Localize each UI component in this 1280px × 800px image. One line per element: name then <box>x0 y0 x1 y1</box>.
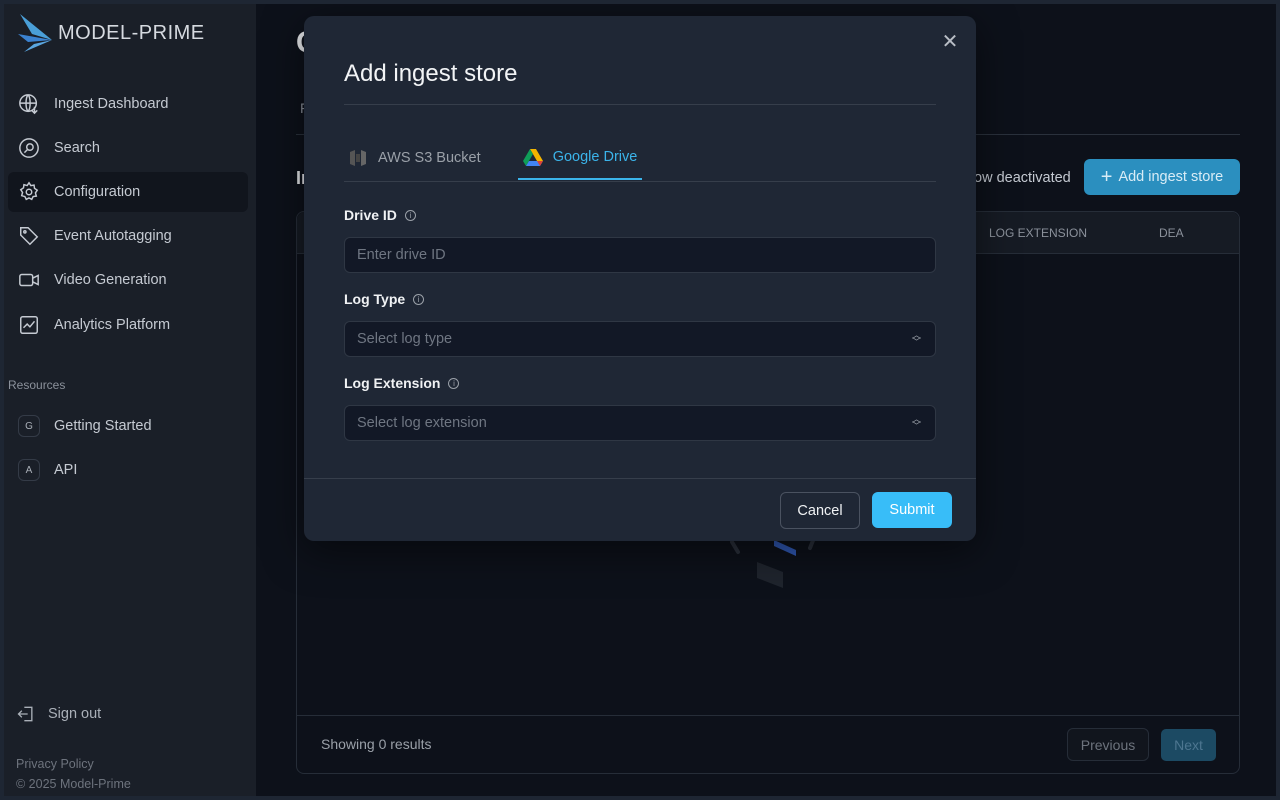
tab-aws-s3-bucket[interactable]: AWS S3 Bucket <box>348 136 481 180</box>
app-frame: MODEL-PRIME Ingest Dashboard Search Conf… <box>4 4 1276 796</box>
modal-title: Add ingest store <box>344 60 518 87</box>
divider <box>344 104 936 105</box>
column-deactivated: DEA <box>1159 226 1184 240</box>
resource-badge: G <box>18 415 40 437</box>
add-ingest-store-label: Add ingest store <box>1118 169 1224 185</box>
chevron-up-down-icon: ︿ ﹀ <box>911 330 921 347</box>
sign-out-icon <box>17 706 33 722</box>
drive-id-input[interactable] <box>357 247 935 263</box>
show-deactivated-toggle[interactable]: ow deactivated <box>974 170 1071 186</box>
sidebar-item-label: Analytics Platform <box>54 317 171 333</box>
select-placeholder: Select log extension <box>357 415 487 431</box>
resource-badge: A <box>18 459 40 481</box>
cancel-button[interactable]: Cancel <box>780 492 860 529</box>
resources-heading: Resources <box>8 378 66 392</box>
gear-icon <box>19 181 39 201</box>
next-button[interactable]: Next <box>1161 729 1216 761</box>
sidebar-item-label: Getting Started <box>54 418 152 434</box>
sidebar-item-label: Configuration <box>54 184 141 200</box>
sidebar-item-label: Search <box>54 140 100 156</box>
sidebar-item-search[interactable]: Search <box>8 128 248 168</box>
privacy-policy-link[interactable]: Privacy Policy <box>16 757 94 771</box>
add-ingest-store-modal: Add ingest store ✕ AWS S3 Bucket Google … <box>304 16 976 541</box>
logo[interactable]: MODEL-PRIME <box>18 12 205 54</box>
globe-download-icon <box>19 94 38 115</box>
tag-icon <box>20 227 39 246</box>
sidebar-item-analytics-platform[interactable]: Analytics Platform <box>8 305 248 345</box>
info-icon[interactable]: i <box>448 377 460 389</box>
field-label: Log Type <box>344 291 406 307</box>
google-drive-icon <box>522 149 543 166</box>
sidebar-item-label: Video Generation <box>54 272 167 288</box>
field-label: Drive ID <box>344 207 397 223</box>
copyright: © 2025 Model-Prime <box>16 777 131 791</box>
sidebar-item-label: Event Autotagging <box>54 228 172 244</box>
tab-label: AWS S3 Bucket <box>378 150 481 166</box>
tab-label: Google Drive <box>552 149 638 165</box>
footer-divider <box>304 478 976 479</box>
empty-state-illustration <box>730 536 816 588</box>
drive-id-label: Drive ID i <box>344 207 416 223</box>
log-extension-select[interactable]: Select log extension ︿ ﹀ <box>344 405 936 441</box>
table-footer: Showing 0 results Previous Next <box>297 715 1239 773</box>
log-type-label: Log Type i <box>344 291 425 307</box>
sidebar-item-label: Ingest Dashboard <box>54 96 169 112</box>
sidebar-item-api[interactable]: A API <box>8 450 248 490</box>
info-icon[interactable]: i <box>413 293 425 305</box>
previous-button[interactable]: Previous <box>1067 728 1149 761</box>
close-icon[interactable]: ✕ <box>940 32 960 52</box>
add-ingest-store-button[interactable]: + Add ingest store <box>1084 159 1240 195</box>
video-icon <box>19 273 39 287</box>
chart-icon <box>20 316 38 334</box>
sidebar-item-video-generation[interactable]: Video Generation <box>8 260 248 300</box>
sign-out-label: Sign out <box>48 706 102 722</box>
brand-name: MODEL-PRIME <box>58 21 205 44</box>
sidebar-item-ingest-dashboard[interactable]: Ingest Dashboard <box>8 84 248 124</box>
logo-wings-icon <box>18 14 52 52</box>
sidebar-item-getting-started[interactable]: G Getting Started <box>8 406 248 446</box>
tab-google-drive[interactable]: Google Drive <box>518 136 642 180</box>
sidebar-item-event-autotagging[interactable]: Event Autotagging <box>8 216 248 256</box>
info-icon[interactable]: i <box>404 209 416 221</box>
results-count: Showing 0 results <box>321 736 432 752</box>
chevron-up-down-icon: ︿ ﹀ <box>911 414 921 431</box>
log-extension-label: Log Extension i <box>344 375 460 391</box>
sidebar-item-configuration[interactable]: Configuration <box>8 172 248 212</box>
search-icon <box>19 138 39 158</box>
select-placeholder: Select log type <box>357 331 453 347</box>
submit-button[interactable]: Submit <box>872 492 952 528</box>
plus-icon: + <box>1100 166 1113 188</box>
field-label: Log Extension <box>344 375 441 391</box>
log-type-select[interactable]: Select log type ︿ ﹀ <box>344 321 936 357</box>
tabs-divider <box>344 181 936 182</box>
aws-s3-icon <box>350 150 366 166</box>
sign-out-button[interactable]: Sign out <box>8 694 248 734</box>
sidebar: MODEL-PRIME Ingest Dashboard Search Conf… <box>4 4 256 796</box>
column-log-extension: LOG EXTENSION <box>989 226 1088 240</box>
sidebar-item-label: API <box>54 462 78 478</box>
drive-id-field[interactable] <box>344 237 936 273</box>
